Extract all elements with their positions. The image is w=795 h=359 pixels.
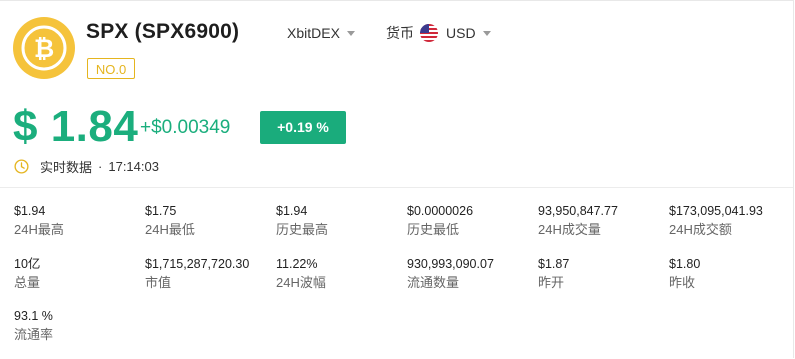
currency-label: 货币: [386, 25, 414, 41]
stat-total-supply: 10亿 总量: [14, 256, 142, 292]
realtime-info: 实时数据 · 17:14:03: [14, 157, 159, 175]
stat-value: 10亿: [14, 257, 41, 271]
stat-value: $1.94: [14, 204, 46, 218]
stat-label: 历史最低: [407, 222, 460, 237]
stat-label: 昨收: [669, 275, 696, 290]
stat-prev-open: $1.87 昨开: [538, 256, 666, 292]
stat-label: 流通数量: [407, 275, 460, 290]
stat-label: 24H成交量: [538, 222, 601, 237]
realtime-separator: ·: [98, 158, 103, 174]
stat-market-cap: $1,715,287,720.30 市值: [145, 256, 273, 292]
stat-label: 24H最低: [145, 222, 195, 237]
stat-value: $1.87: [538, 257, 570, 271]
currency-dropdown[interactable]: 货币 USD: [386, 23, 491, 43]
stat-label: 24H成交额: [669, 222, 732, 237]
stat-value: $1.75: [145, 204, 177, 218]
stat-label: 24H最高: [14, 222, 64, 237]
stat-value: $1,715,287,720.30: [145, 257, 250, 271]
bitcoin-icon: ₿: [13, 17, 75, 79]
stat-circulating-supply: 930,993,090.07 流通数量: [407, 256, 535, 292]
stat-label: 历史最高: [276, 222, 329, 237]
stat-circulation-rate: 93.1 % 流通率: [14, 308, 142, 344]
divider: [0, 187, 793, 188]
us-flag-icon: [420, 24, 438, 42]
coin-title: SPX (SPX6900): [86, 20, 240, 43]
stat-label: 昨开: [538, 275, 565, 290]
exchange-dropdown[interactable]: XbitDEX: [287, 23, 355, 43]
stat-value: 93,950,847.77: [538, 204, 618, 218]
stat-24h-high: $1.94 24H最高: [14, 203, 142, 239]
rank-badge: NO.0: [87, 58, 135, 79]
svg-text:₿: ₿: [34, 35, 54, 63]
stat-label: 24H波幅: [276, 275, 326, 290]
panel-frame: [0, 0, 794, 358]
stat-value: $173,095,041.93: [669, 204, 763, 218]
stat-all-time-low: $0.0000026 历史最低: [407, 203, 535, 239]
realtime-time: 17:14:03: [108, 158, 159, 174]
exchange-label: XbitDEX: [287, 25, 340, 41]
chevron-down-icon: [346, 30, 355, 36]
stat-24h-low: $1.75 24H最低: [145, 203, 273, 239]
stat-24h-volume: 93,950,847.77 24H成交量: [538, 203, 666, 239]
price-change-absolute: +$0.00349: [140, 117, 231, 138]
currency-value: USD: [446, 25, 476, 41]
clock-icon: [14, 158, 29, 174]
stat-value: 11.22%: [276, 257, 318, 271]
chevron-down-icon: [482, 30, 491, 36]
current-price: $ 1.84: [13, 102, 139, 151]
realtime-label: 实时数据: [40, 159, 93, 175]
stat-label: 市值: [145, 275, 172, 290]
stat-label: 总量: [14, 275, 41, 290]
stat-label: 流通率: [14, 327, 54, 342]
stat-all-time-high: $1.94 历史最高: [276, 203, 404, 239]
stat-value: 93.1 %: [14, 309, 53, 323]
stat-value: $0.0000026: [407, 204, 474, 218]
stat-value: 930,993,090.07: [407, 257, 494, 271]
stat-24h-turnover: $173,095,041.93 24H成交额: [669, 203, 795, 239]
stat-24h-amplitude: 11.22% 24H波幅: [276, 256, 404, 292]
stat-value: $1.94: [276, 204, 308, 218]
stat-value: $1.80: [669, 257, 701, 271]
price-change-percent-badge: +0.19 %: [260, 111, 346, 144]
stat-prev-close: $1.80 昨收: [669, 256, 795, 292]
